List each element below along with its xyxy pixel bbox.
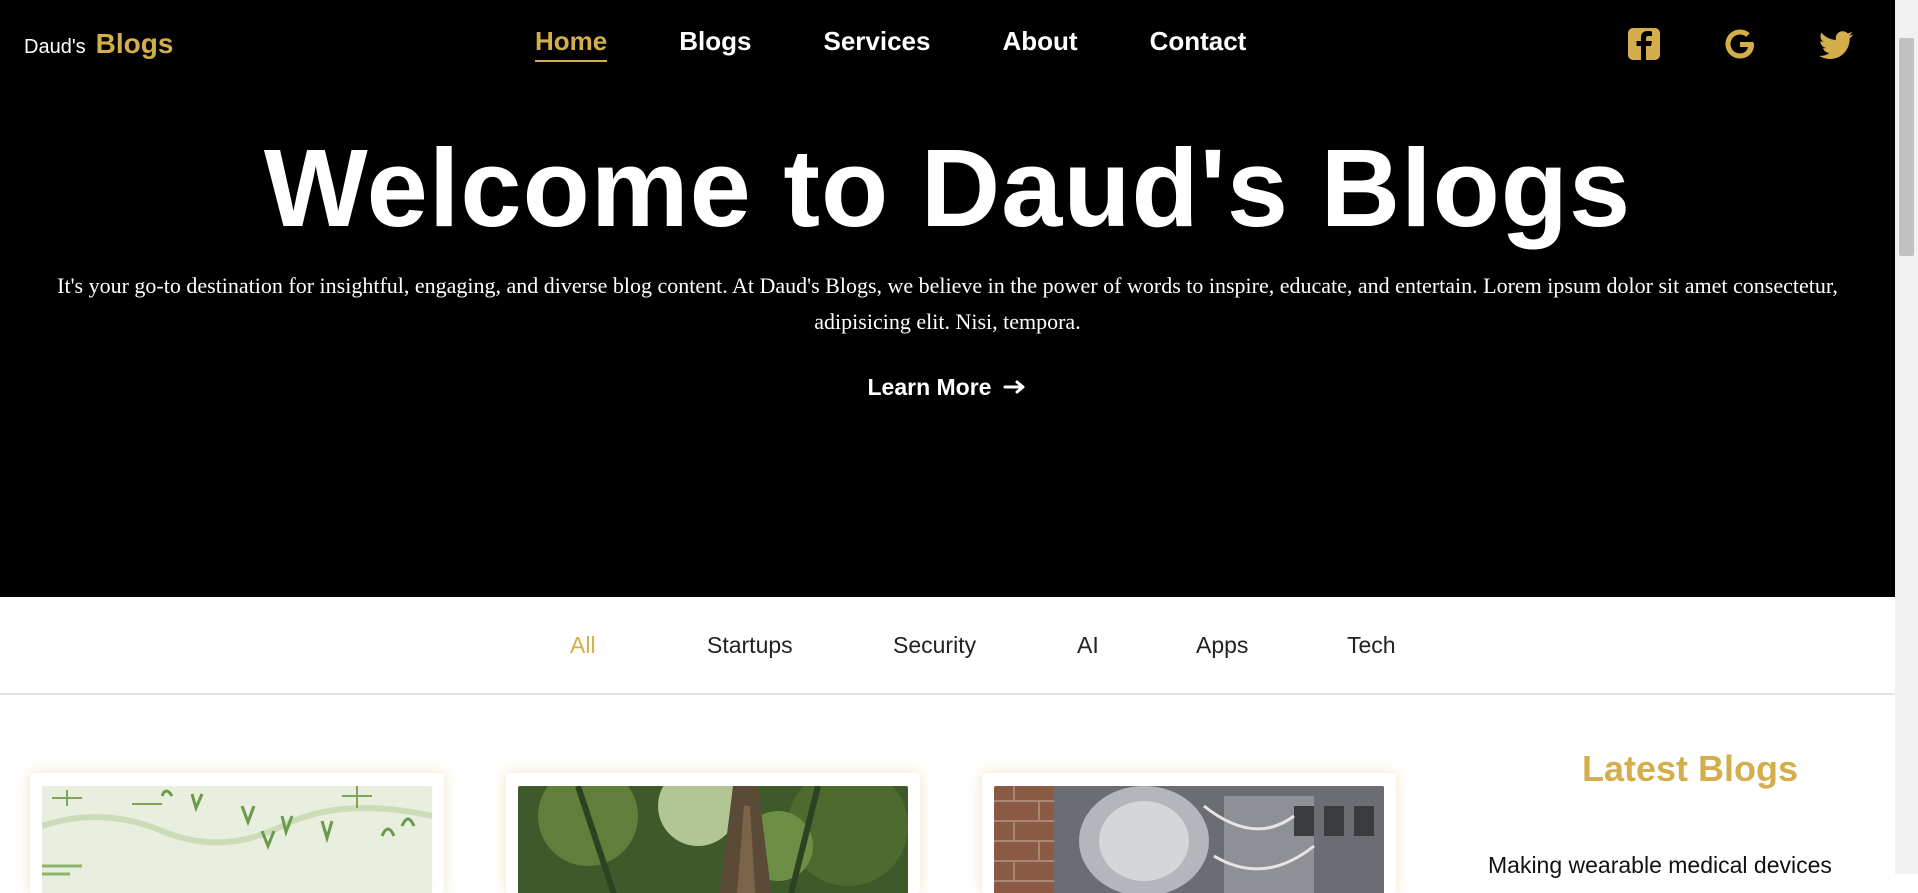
google-icon[interactable]	[1720, 24, 1760, 64]
social-links	[0, 22, 1895, 62]
page-scrollbar[interactable]	[1895, 0, 1918, 874]
tab-ai[interactable]: AI	[1077, 632, 1099, 659]
learn-more-button[interactable]: Learn More	[862, 373, 1034, 402]
latest-blog-item[interactable]: Making wearable medical devices	[1488, 852, 1832, 879]
hero-section: Daud's Blogs Home Blogs Services About C…	[0, 0, 1895, 597]
category-filter-bar: All Startups Security AI Apps Tech	[0, 597, 1895, 695]
blog-card[interactable]	[506, 773, 920, 893]
tab-tech[interactable]: Tech	[1347, 632, 1396, 659]
hero-title: Welcome to Daud's Blogs	[263, 127, 1632, 250]
arrow-right-icon	[1003, 374, 1027, 401]
latest-blogs-title: Latest Blogs	[1581, 748, 1799, 789]
tab-security[interactable]: Security	[893, 632, 976, 659]
hero-description: It's your go-to destination for insightf…	[57, 273, 1838, 334]
scrollbar-thumb[interactable]	[1899, 38, 1914, 256]
blog-card-image	[42, 786, 432, 893]
tab-startups[interactable]: Startups	[707, 632, 793, 659]
twitter-icon[interactable]	[1816, 24, 1856, 64]
blog-card-image	[518, 786, 908, 893]
learn-more-label: Learn More	[867, 374, 992, 400]
blog-card[interactable]	[30, 773, 444, 893]
tab-all[interactable]: All	[570, 632, 596, 659]
tab-apps[interactable]: Apps	[1196, 632, 1248, 659]
facebook-icon[interactable]	[1624, 24, 1664, 64]
blog-card[interactable]	[982, 773, 1396, 893]
learn-more-wrapper: Learn More	[0, 373, 1895, 402]
blog-card-image	[994, 786, 1384, 893]
